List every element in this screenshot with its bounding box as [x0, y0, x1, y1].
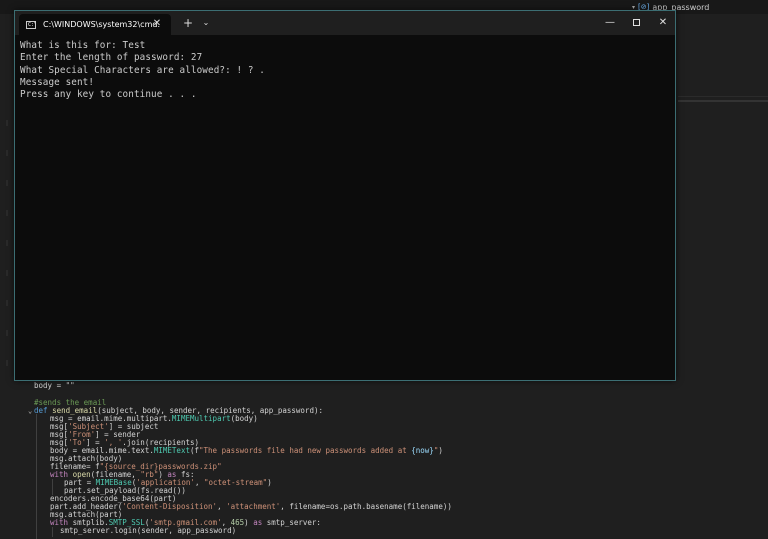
code-token: as — [253, 518, 267, 527]
code-token: ) — [244, 518, 254, 527]
maximize-button[interactable] — [622, 13, 650, 33]
code-token: "octet-stream" — [203, 478, 268, 487]
code-line: smtp_server.login(sender, app_password) — [60, 527, 236, 535]
divider — [678, 100, 768, 102]
code-token: , filename=os.path.basename(filename)) — [280, 502, 452, 511]
code-token: , — [194, 478, 204, 487]
code-token: (f — [189, 446, 200, 455]
fold-chevron-icon[interactable]: ⌄ — [28, 407, 32, 415]
code-token: smtp_server.login(sender, app_password) — [60, 526, 237, 535]
code-token: {now} — [411, 446, 434, 455]
cmd-icon: C:\ — [26, 20, 36, 29]
terminal-tab[interactable]: C:\ C:\WINDOWS\system32\cmd. ✕ — [19, 14, 171, 35]
minimize-button[interactable]: — — [596, 13, 624, 33]
close-window-button[interactable]: ✕ — [649, 13, 677, 33]
tab-title: C:\WINDOWS\system32\cmd. — [43, 20, 160, 29]
divider — [678, 96, 768, 97]
code-token: MIMEText — [153, 446, 190, 455]
gutter-marks — [6, 120, 8, 380]
code-token: ) — [438, 446, 443, 455]
code-token: 'attachment' — [226, 502, 281, 511]
code-token: MIMEMultipart — [171, 414, 231, 423]
new-tab-button[interactable]: + — [181, 15, 195, 31]
terminal-line: Press any key to continue . . . — [20, 89, 197, 101]
terminal-line: Message sent! — [20, 76, 95, 88]
terminal-line: Enter the length of password: 27 — [20, 52, 203, 64]
indent-guide — [36, 414, 37, 539]
code-token: ) — [267, 478, 272, 487]
code-token: smtp_server: — [266, 518, 321, 527]
code-token: body = "" — [34, 381, 75, 390]
maximize-icon — [632, 18, 640, 26]
terminal-window[interactable]: C:\ C:\WINDOWS\system32\cmd. ✕ + ⌄ — ✕ W… — [14, 10, 676, 381]
code-area[interactable]: body = "" #sends the email def send_email(… — [0, 380, 678, 539]
code-line: body = "" — [34, 382, 75, 390]
code-token: 'Content-Disposition' — [122, 502, 218, 511]
terminal-titlebar[interactable]: C:\ C:\WINDOWS\system32\cmd. ✕ + ⌄ — ✕ — [15, 11, 675, 35]
close-tab-button[interactable]: ✕ — [150, 17, 164, 31]
code-token: (body) — [230, 414, 258, 423]
terminal-line: What Special Characters are allowed?: ! … — [20, 64, 265, 76]
code-token: , — [217, 502, 227, 511]
code-token: "The passwords file had new passwords ad… — [199, 446, 412, 455]
indent-guide — [52, 527, 53, 537]
editor-right-panel — [678, 14, 768, 538]
terminal-output[interactable]: What is this for: Test Enter the length … — [20, 40, 670, 375]
terminal-line: What is this for: Test — [20, 40, 146, 51]
indent-guide — [52, 479, 53, 495]
tab-dropdown-button[interactable]: ⌄ — [200, 15, 212, 31]
